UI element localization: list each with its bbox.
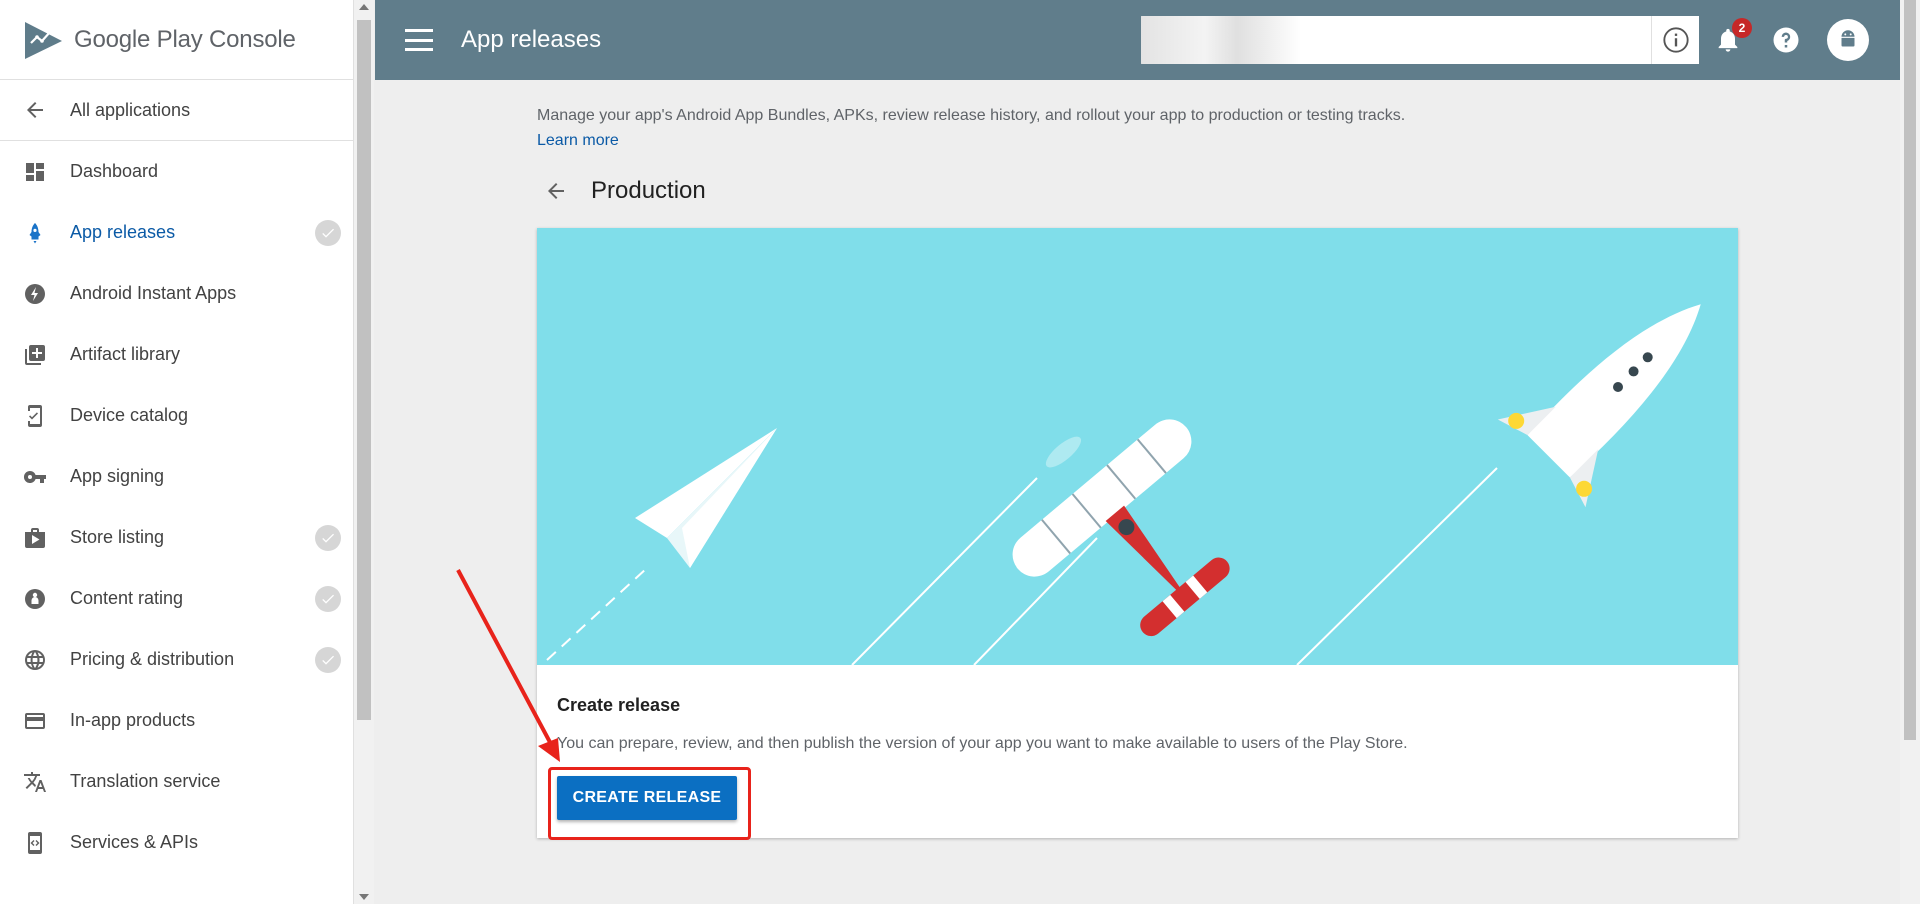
card-icon xyxy=(22,708,48,734)
sidebar-item-app-releases[interactable]: App releases xyxy=(0,202,353,263)
sidebar-item-label: Artifact library xyxy=(70,344,181,364)
sidebar-item-in-app-products[interactable]: In-app products xyxy=(0,690,353,751)
sidebar-item-label: Device catalog xyxy=(70,405,189,425)
all-applications-link[interactable]: All applications xyxy=(0,80,353,141)
sidebar-item-label: Content rating xyxy=(70,588,184,608)
sidebar: Google Play Console All applications Das… xyxy=(0,0,354,904)
api-icon xyxy=(22,830,48,856)
sidebar-item-translation-service[interactable]: Translation service xyxy=(0,751,353,812)
annotation-arrow xyxy=(456,569,560,762)
app-name-redacted xyxy=(1141,16,1301,64)
device-icon xyxy=(22,403,48,429)
sidebar-item-label: In-app products xyxy=(70,710,196,730)
app-selector-dropdown[interactable] xyxy=(1141,16,1693,64)
account-avatar[interactable] xyxy=(1827,19,1869,61)
sidebar-item-store-listing[interactable]: Store listing xyxy=(0,507,353,568)
sidebar-item-label: Dashboard xyxy=(70,161,159,181)
main-content: Manage your app's Android App Bundles, A… xyxy=(537,80,1738,838)
sidebar-item-label: Store listing xyxy=(70,527,165,547)
sidebar-item-app-signing[interactable]: App signing xyxy=(0,446,353,507)
check-circle-icon xyxy=(315,646,341,673)
section-title: Production xyxy=(591,177,706,204)
library-icon xyxy=(22,342,48,368)
annotation-highlight-box xyxy=(548,767,751,840)
sidebar-item-label: Android Instant Apps xyxy=(70,283,237,303)
sidebar-item-services-apis[interactable]: Services & APIs xyxy=(0,812,353,873)
sidebar-item-label: Pricing & distribution xyxy=(70,649,235,669)
hamburger-menu-icon[interactable] xyxy=(405,29,433,51)
page-title: App releases xyxy=(461,26,602,53)
brand-name: Google Play Console xyxy=(74,25,296,53)
bolt-icon xyxy=(22,281,48,307)
release-illustration xyxy=(537,228,1738,665)
rocket-icon xyxy=(22,220,48,246)
sidebar-item-device-catalog[interactable]: Device catalog xyxy=(0,385,353,446)
info-button[interactable] xyxy=(1651,16,1699,64)
rating-icon xyxy=(22,586,48,612)
learn-more-link[interactable]: Learn more xyxy=(537,128,619,153)
sidebar-item-label: App releases xyxy=(70,222,176,242)
section-header: Production xyxy=(537,171,1738,211)
translate-icon xyxy=(22,769,48,795)
check-circle-icon xyxy=(315,524,341,551)
sidebar-item-pricing-distribution[interactable]: Pricing & distribution xyxy=(0,629,353,690)
card-title: Create release xyxy=(557,695,681,715)
android-avatar-icon xyxy=(1841,30,1855,47)
sidebar-item-artifact-library[interactable]: Artifact library xyxy=(0,324,353,385)
all-applications-label: All applications xyxy=(70,99,191,120)
help-icon xyxy=(1773,27,1799,53)
sidebar-item-label: App signing xyxy=(70,466,165,486)
notification-count-badge: 2 xyxy=(1732,18,1752,38)
info-icon xyxy=(1662,27,1689,53)
sidebar-item-android-instant-apps[interactable]: Android Instant Apps xyxy=(0,263,353,324)
sidebar-scrollbar[interactable] xyxy=(354,0,374,904)
arrow-back-icon[interactable] xyxy=(541,176,571,206)
page-scrollbar-thumb[interactable] xyxy=(1904,0,1916,740)
sidebar-item-dashboard[interactable]: Dashboard xyxy=(0,141,353,202)
page-description: Manage your app's Android App Bundles, A… xyxy=(537,107,1406,124)
page-scrollbar[interactable] xyxy=(1900,0,1920,904)
play-console-logo-icon xyxy=(25,20,62,59)
top-app-bar: App releases 2 xyxy=(375,0,1900,80)
check-circle-icon xyxy=(315,219,341,246)
scroll-up-icon[interactable] xyxy=(359,4,369,10)
check-circle-icon xyxy=(315,585,341,612)
sidebar-item-label: Services & APIs xyxy=(70,832,199,852)
card-description: You can prepare, review, and then publis… xyxy=(557,735,1408,752)
help-button[interactable] xyxy=(1768,22,1804,58)
sidebar-item-label: Translation service xyxy=(70,771,221,791)
key-icon xyxy=(22,464,48,490)
sidebar-item-content-rating[interactable]: Content rating xyxy=(0,568,353,629)
arrow-back-icon xyxy=(22,97,48,123)
scroll-down-icon[interactable] xyxy=(359,894,369,900)
store-icon xyxy=(22,525,48,551)
google-play-console-logo[interactable]: Google Play Console xyxy=(0,0,353,80)
globe-icon xyxy=(22,647,48,673)
paper-plane-biplane-rocket-illustration xyxy=(546,304,1701,665)
dashboard-icon xyxy=(22,159,48,185)
sidebar-scrollbar-thumb[interactable] xyxy=(357,20,371,720)
create-release-card: Create release You can prepare, review, … xyxy=(537,228,1738,838)
